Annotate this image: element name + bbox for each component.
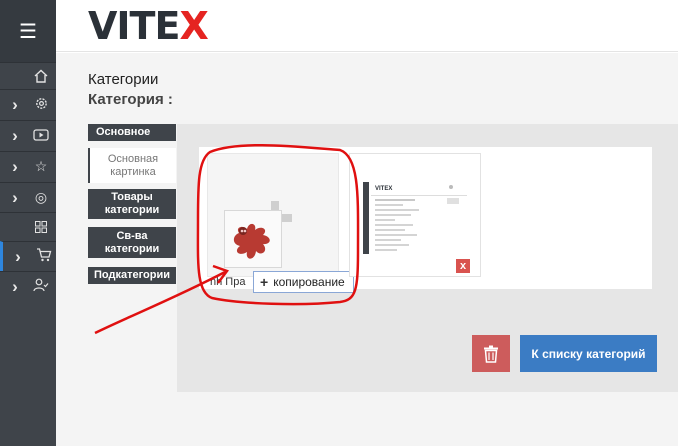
trash-icon	[484, 345, 498, 363]
logo[interactable]: VITEX	[88, 4, 209, 48]
page-subtitle: Категория :	[88, 91, 173, 108]
sidebar-item-target[interactable]: › ◎	[0, 182, 56, 212]
chevron-right-icon: ›	[12, 276, 18, 296]
gear-icon	[32, 96, 50, 114]
back-to-category-list-button[interactable]: К списку категорий	[520, 335, 657, 372]
sidebar-item-users[interactable]: ›	[0, 271, 56, 301]
logo-x: X	[179, 4, 208, 48]
sidebar-item-video[interactable]: ›	[0, 120, 56, 150]
chevron-right-icon: ›	[12, 156, 18, 176]
chevron-right-icon: ›	[12, 125, 18, 145]
chevron-right-icon: ›	[12, 94, 18, 114]
cart-icon	[35, 248, 53, 265]
chevron-right-icon: ›	[12, 187, 18, 207]
sidebar-item-favorites[interactable]: › ☆	[0, 151, 56, 181]
chevron-right-icon: ›	[15, 246, 21, 266]
copy-drag-tooltip: + копирование	[253, 271, 354, 293]
plus-icon: +	[260, 274, 269, 290]
dragged-image-thumbnail[interactable]	[224, 210, 282, 268]
splat-image-icon	[233, 223, 270, 259]
tab-main-image[interactable]: Основная картинка	[88, 148, 176, 183]
tab-subcategories[interactable]: Подкатегории	[88, 267, 176, 284]
header: VITEX	[56, 0, 678, 52]
video-icon	[32, 128, 50, 144]
sidebar-item-grid[interactable]	[0, 212, 56, 242]
hamburger-menu-icon[interactable]: ☰	[0, 0, 56, 62]
sidebar-item-shop[interactable]: ›	[0, 241, 56, 271]
delete-image-button[interactable]: x	[456, 259, 470, 273]
mini-logo: VITEX	[375, 186, 392, 192]
sidebar-item-home[interactable]	[0, 62, 56, 92]
sidebar: ☰ › › › ☆ › ◎ › ›	[0, 0, 56, 446]
user-check-icon	[32, 278, 50, 295]
tooltip-label: копирование	[273, 275, 345, 289]
page-title: Категории	[88, 71, 159, 88]
delete-button[interactable]	[472, 335, 510, 372]
tab-category-products[interactable]: Товары категории	[88, 189, 176, 219]
tab-category-properties[interactable]: Св-ва категории	[88, 227, 176, 258]
logo-text: VITE	[88, 4, 180, 48]
image-preview-screenshot: VITEX	[363, 182, 471, 254]
home-icon	[32, 69, 50, 86]
grid-icon	[32, 220, 50, 236]
star-icon: ☆	[34, 158, 48, 174]
sidebar-item-settings[interactable]: ›	[0, 89, 56, 119]
target-icon: ◎	[34, 189, 48, 205]
file-name-label: nh Пра	[210, 276, 246, 288]
tab-main[interactable]: Основное	[88, 124, 176, 141]
